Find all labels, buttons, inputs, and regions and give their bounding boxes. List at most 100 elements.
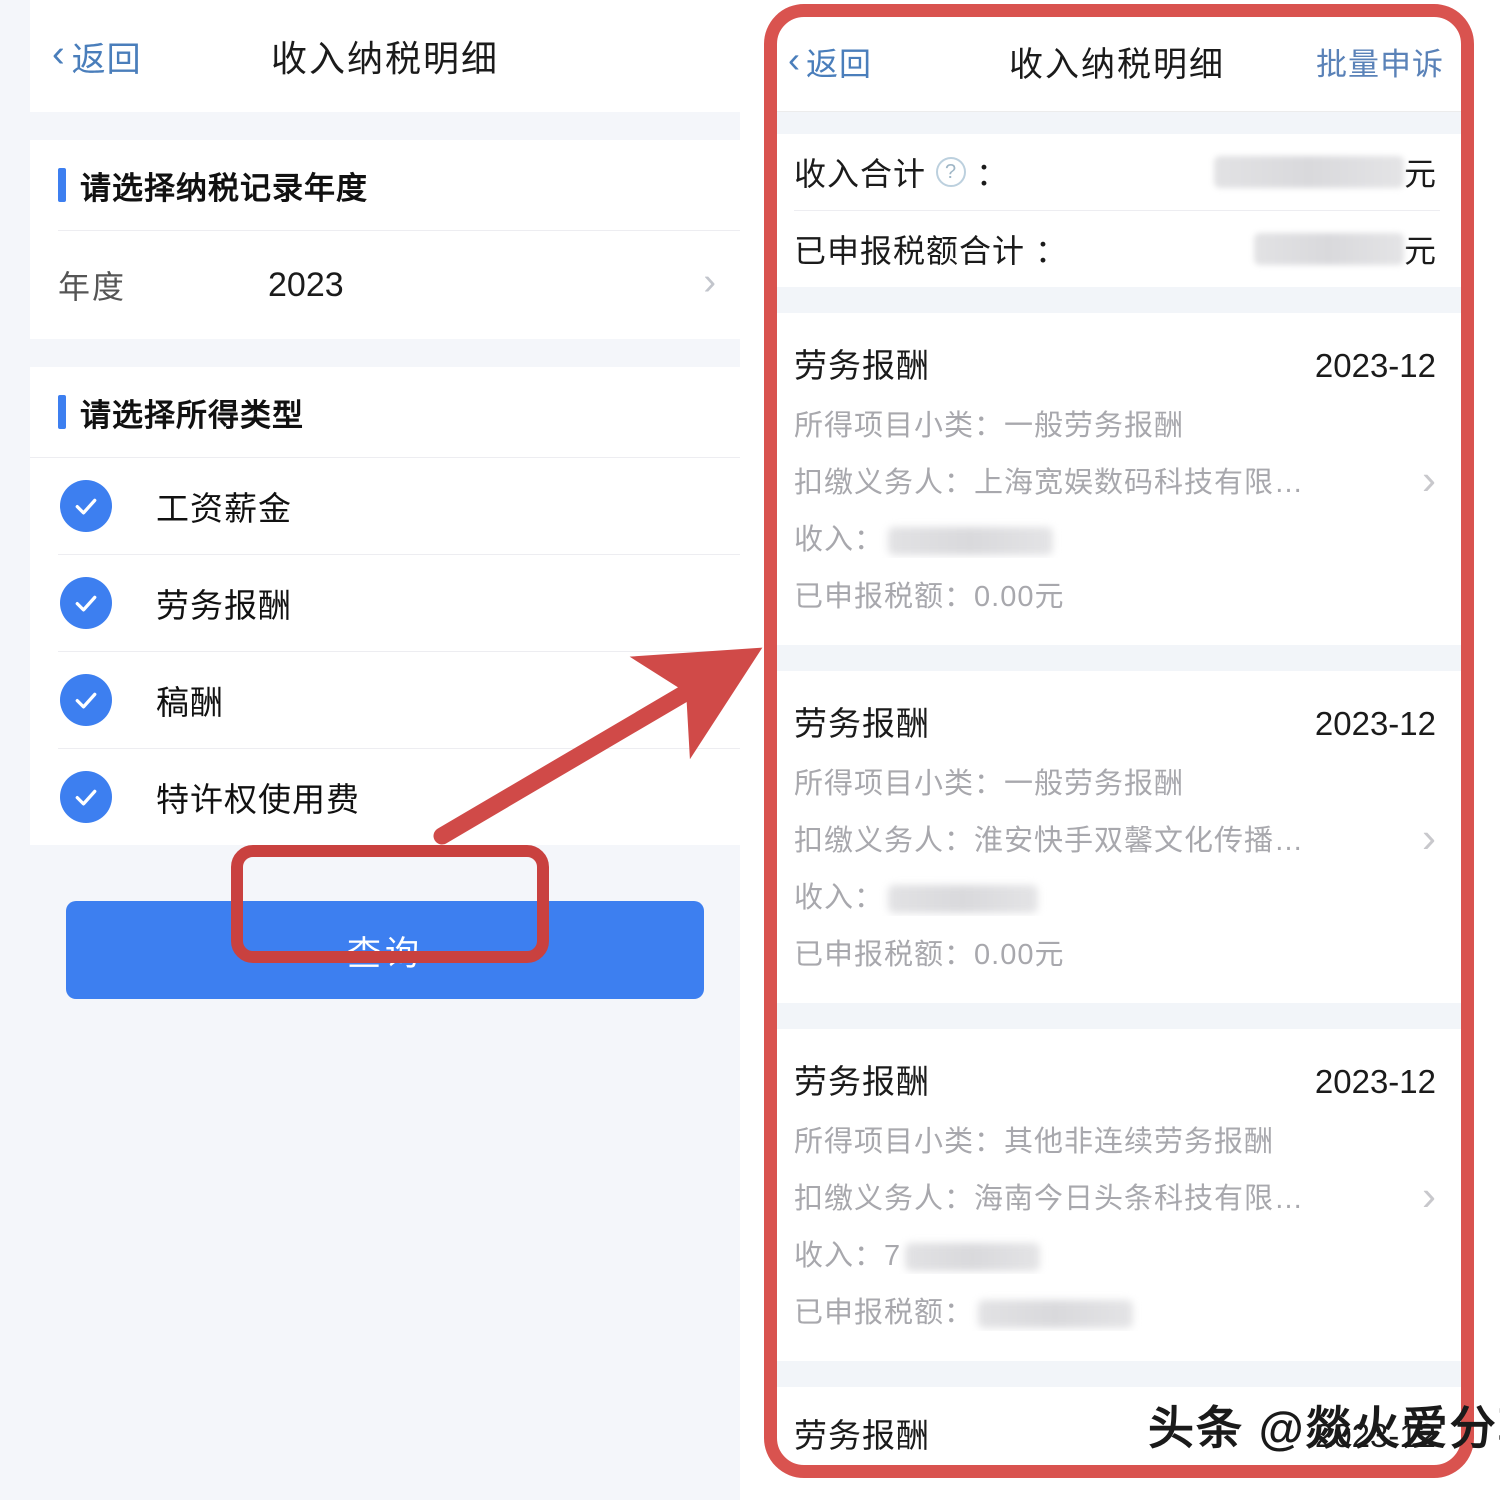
record-income-line: 收入： [794, 874, 1436, 916]
query-button-area: 查询 [30, 845, 740, 999]
chevron-right-icon: › [1422, 813, 1436, 861]
record-agent-line: 扣缴义务人：海南今日头条科技有限… [794, 1175, 1436, 1217]
summary-card: 收入合计 ? ： 元 已申报税额合计 ： 元 [772, 134, 1462, 287]
record-card[interactable]: 劳务报酬 2023-12 所得项目小类：一般劳务报酬 扣缴义务人：上海宽娱数码科… [772, 313, 1462, 645]
record-income-line: 收入： [794, 516, 1436, 558]
summary-row-declared-tax: 已申报税额合计 ： 元 [772, 211, 1462, 287]
right-band-2 [772, 287, 1462, 313]
record-subcategory-line: 所得项目小类：一般劳务报酬 [794, 760, 1436, 802]
checkbox-checked-icon[interactable] [60, 771, 112, 823]
left-nav-bar: ‹ 返回 收入纳税明细 [30, 0, 740, 112]
redacted-value-icon [1213, 156, 1404, 188]
left-phone-screen: ‹ 返回 收入纳税明细 请选择纳税记录年度 年度 2023 › 请选择所得类型 … [0, 0, 740, 1500]
record-tax-line: 已申报税额： [794, 1289, 1436, 1331]
subcategory-label: 所得项目小类： [794, 1126, 1005, 1158]
income-value: 7 [884, 1240, 902, 1272]
summary-unit: 元 [1403, 156, 1436, 192]
subcategory-label: 所得项目小类： [794, 410, 1005, 442]
help-icon[interactable]: ? [936, 157, 967, 187]
year-select-row[interactable]: 年度 2023 › [30, 231, 740, 339]
record-date: 2023-12 [1314, 347, 1436, 384]
right-phone-screen: ‹ 返回 收入纳税明细 批量申诉 收入合计 ? ： 元 已申报税额合计 ： 元 … [772, 12, 1462, 1470]
redacted-value-icon [888, 527, 1054, 556]
agent-value: 海南今日头条科技有限… [974, 1183, 1305, 1215]
agent-label: 扣缴义务人： [794, 825, 975, 857]
chevron-right-icon: › [703, 261, 716, 303]
record-card[interactable]: 劳务报酬 2023-12 所得项目小类：一般劳务报酬 扣缴义务人：淮安快手双馨文… [772, 671, 1462, 1003]
summary-row-total-income: 收入合计 ? ： 元 [772, 134, 1462, 210]
record-card[interactable]: 劳务报酬 2023-12 所得项目小类：其他非连续劳务报酬 扣缴义务人：海南今日… [772, 1029, 1462, 1361]
record-header: 劳务报酬 2023-12 [794, 1409, 1436, 1457]
income-type-option-labor[interactable]: 劳务报酬 [30, 555, 740, 651]
tax-label: 已申报税额： [794, 939, 975, 971]
record-separator [772, 1003, 1462, 1029]
record-card[interactable]: 劳务报酬 2023-12 [772, 1387, 1462, 1457]
agent-label: 扣缴义务人： [794, 1183, 975, 1215]
section-accent-bar-icon [58, 395, 66, 429]
chevron-left-icon: ‹ [788, 38, 801, 80]
record-income-line: 收入：7 [794, 1232, 1436, 1274]
summary-unit: 元 [1403, 233, 1436, 269]
record-subcategory-line: 所得项目小类：其他非连续劳务报酬 [794, 1118, 1436, 1160]
redacted-value-icon [1253, 233, 1404, 265]
checkbox-checked-icon[interactable] [60, 577, 112, 629]
summary-label-wrap: 已申报税额合计 ： [794, 226, 1068, 272]
tax-value: 0.00元 [974, 581, 1065, 613]
subcategory-value: 一般劳务报酬 [1004, 768, 1185, 800]
year-value: 2023 [268, 265, 344, 304]
batch-appeal-button[interactable]: 批量申诉 [1316, 39, 1444, 84]
income-label: 收入： [794, 524, 885, 556]
subcategory-label: 所得项目小类： [794, 768, 1005, 800]
chevron-left-icon: ‹ [52, 33, 66, 75]
chevron-right-icon: › [1422, 1171, 1436, 1219]
income-label: 收入： [794, 1240, 885, 1272]
summary-colon: ： [976, 156, 1010, 192]
left-back-button[interactable]: ‹ 返回 [52, 32, 142, 81]
chevron-right-icon: › [1422, 455, 1436, 503]
type-section-title: 请选择所得类型 [80, 397, 304, 433]
subcategory-value: 一般劳务报酬 [1004, 410, 1185, 442]
record-tax-line: 已申报税额：0.00元 [794, 931, 1436, 973]
type-section-header: 请选择所得类型 [30, 367, 740, 457]
query-button[interactable]: 查询 [66, 901, 704, 999]
summary-label: 已申报税额合计 [794, 233, 1026, 269]
summary-label-wrap: 收入合计 ? ： [794, 149, 1009, 195]
record-type: 劳务报酬 [794, 1063, 930, 1100]
option-label: 特许权使用费 [156, 781, 360, 818]
record-type: 劳务报酬 [794, 347, 930, 384]
income-type-option-salary[interactable]: 工资薪金 [30, 458, 740, 554]
income-label: 收入： [794, 882, 885, 914]
record-header: 劳务报酬 2023-12 [794, 697, 1436, 745]
tax-label: 已申报税额： [794, 581, 975, 613]
right-back-button[interactable]: ‹ 返回 [788, 39, 872, 85]
year-section-header: 请选择纳税记录年度 [30, 140, 740, 230]
record-separator [772, 1361, 1462, 1387]
tax-value: 0.00元 [974, 939, 1065, 971]
income-type-option-royalty-manuscript[interactable]: 稿酬 [30, 652, 740, 748]
summary-value-total-income: 元 [1213, 149, 1436, 195]
record-agent-line: 扣缴义务人：上海宽娱数码科技有限… [794, 459, 1436, 501]
redacted-value-icon [978, 1300, 1134, 1329]
year-section-title: 请选择纳税记录年度 [80, 170, 368, 206]
record-header: 劳务报酬 2023-12 [794, 339, 1436, 387]
summary-label: 收入合计 [794, 156, 927, 192]
record-agent-line: 扣缴义务人：淮安快手双馨文化传播… [794, 817, 1436, 859]
record-separator [772, 645, 1462, 671]
record-type: 劳务报酬 [794, 705, 930, 742]
redacted-value-icon [905, 1243, 1041, 1272]
record-date: 2023-12 [1314, 1417, 1436, 1454]
right-back-label: 返回 [806, 45, 873, 82]
tax-label: 已申报税额： [794, 1297, 975, 1329]
checkbox-checked-icon[interactable] [60, 674, 112, 726]
left-screen-content: ‹ 返回 收入纳税明细 请选择纳税记录年度 年度 2023 › 请选择所得类型 … [30, 0, 740, 1500]
record-tax-line: 已申报税额：0.00元 [794, 573, 1436, 615]
summary-value-declared-tax: 元 [1253, 226, 1436, 272]
left-band-2 [30, 339, 740, 367]
record-subcategory-line: 所得项目小类：一般劳务报酬 [794, 402, 1436, 444]
left-band-1 [30, 112, 740, 140]
checkbox-checked-icon[interactable] [60, 480, 112, 532]
summary-colon: ： [1035, 233, 1069, 269]
screenshot-root: ‹ 返回 收入纳税明细 请选择纳税记录年度 年度 2023 › 请选择所得类型 … [0, 0, 1500, 1500]
section-accent-bar-icon [58, 168, 66, 202]
income-type-option-franchise[interactable]: 特许权使用费 [30, 749, 740, 845]
